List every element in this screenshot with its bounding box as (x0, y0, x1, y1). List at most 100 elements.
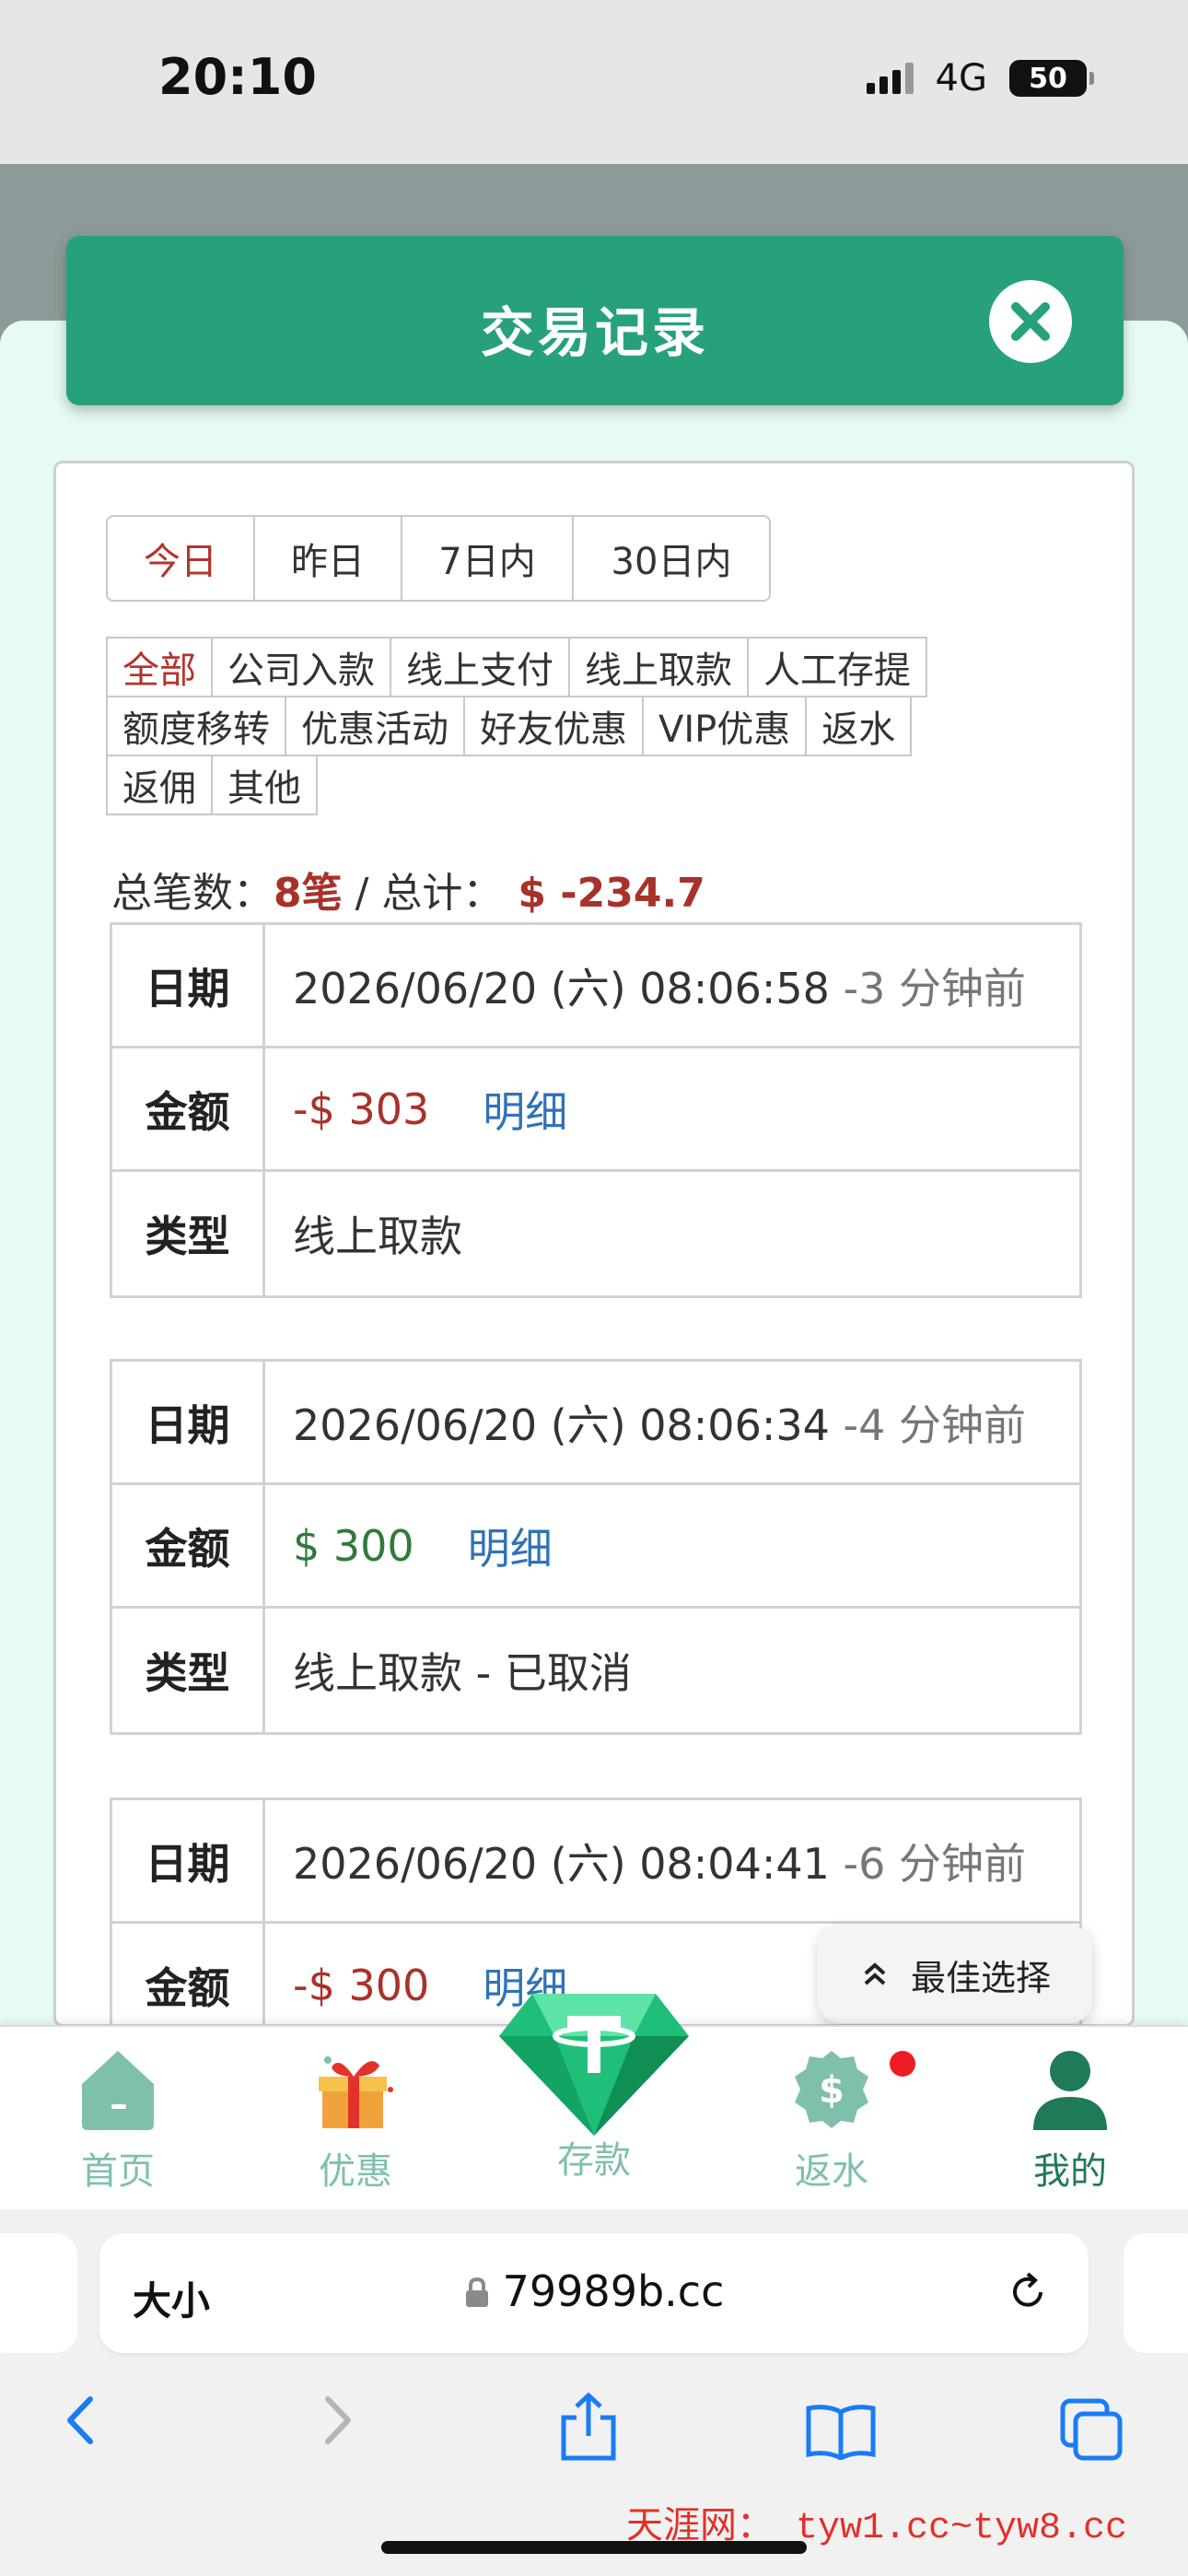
modal-title: 交易记录 (480, 301, 709, 364)
home-icon (82, 2051, 154, 2130)
date-text: 2026/06/20 (六) 08:06:34 (293, 1399, 830, 1450)
nav-home-label: 首页 (81, 2150, 155, 2193)
type-tab-friend-bonus[interactable]: 好友优惠 (463, 696, 644, 756)
notification-dot (890, 2051, 915, 2077)
date-label: 日期 (112, 925, 265, 1046)
status-time: 20:10 (158, 48, 317, 106)
home-indicator[interactable] (381, 2541, 807, 2554)
record-card: 日期 2026/06/20 (六) 08:06:34 -4 分钟前 金额 $ 3… (110, 1359, 1082, 1735)
amount-text: -$ 303 (293, 1083, 430, 1134)
bookmarks-icon[interactable] (805, 2403, 877, 2460)
share-icon[interactable] (556, 2392, 621, 2462)
status-bar: 20:10 4G 50 (0, 0, 1188, 164)
diamond-deposit-icon[interactable] (495, 1988, 693, 2139)
record-card: 日期 2026/06/20 (六) 08:06:58 -3 分钟前 金额 -$ … (110, 922, 1082, 1298)
type-tab-transfer[interactable]: 额度移转 (106, 696, 286, 756)
previous-tab-preview[interactable] (0, 2233, 77, 2353)
count-value: 8笔 (274, 870, 343, 917)
type-value: 线上取款 (293, 1212, 462, 1261)
tabs-icon[interactable] (1059, 2397, 1125, 2464)
cellular-signal-icon (866, 63, 914, 94)
tab-today[interactable]: 今日 (108, 517, 255, 600)
url-text: 79989b.cc (502, 2266, 725, 2316)
summary: 总笔数： 8笔 / 总计： $ -234.7 (111, 860, 705, 919)
amount-text: $ 300 (293, 1520, 414, 1571)
type-tab-promotions[interactable]: 优惠活动 (285, 696, 465, 756)
svg-text:$: $ (819, 2069, 844, 2112)
best-choice-button[interactable]: 最佳选择 (818, 1926, 1092, 2023)
date-filter-tabs: 今日 昨日 7日内 30日内 (106, 515, 771, 602)
count-label: 总笔数： (111, 870, 274, 917)
type-tab-rebate[interactable]: 返水 (805, 696, 913, 756)
nav-mine[interactable]: 我的 (996, 2047, 1144, 2195)
time-ago: -3 分钟前 (843, 963, 1027, 1013)
total-label: 总计： (381, 870, 504, 917)
record-row-date: 日期 2026/06/20 (六) 08:06:34 -4 分钟前 (112, 1362, 1079, 1485)
tab-7-days[interactable]: 7日内 (402, 517, 574, 600)
close-icon (1011, 302, 1050, 341)
nav-mine-label: 我的 (1033, 2150, 1107, 2193)
amount-label: 金额 (112, 1485, 265, 1606)
close-button[interactable] (989, 280, 1072, 363)
battery-level: 50 (1029, 62, 1067, 95)
time-ago: -4 分钟前 (843, 1399, 1027, 1450)
record-row-type: 类型 线上取款 - 已取消 (112, 1609, 1079, 1732)
type-tab-all[interactable]: 全部 (106, 637, 213, 697)
network-type: 4G (935, 57, 987, 100)
detail-link[interactable]: 明细 (468, 1516, 553, 1576)
amount-value: $ 300 明细 (265, 1485, 1079, 1606)
status-indicators: 4G 50 (866, 57, 1094, 100)
type-label: 类型 (112, 1609, 265, 1732)
transaction-card: 今日 昨日 7日内 30日内 全部 公司入款 线上支付 线上取款 人工存提 额度… (53, 461, 1135, 2027)
detail-link[interactable]: 明细 (483, 1079, 567, 1140)
forward-icon[interactable] (315, 2392, 359, 2449)
double-chevron-up-icon (864, 1962, 886, 1985)
time-ago: -6 分钟前 (843, 1838, 1027, 1889)
type-label: 类型 (112, 1172, 265, 1295)
nav-home[interactable]: 首页 (44, 2047, 192, 2195)
record-row-date: 日期 2026/06/20 (六) 08:04:41 -6 分钟前 (112, 1800, 1079, 1924)
date-text: 2026/06/20 (六) 08:06:58 (293, 963, 830, 1013)
amount-value: -$ 303 明细 (265, 1048, 1079, 1169)
nav-rebate[interactable]: $ 返水 (758, 2047, 905, 2195)
record-row-date: 日期 2026/06/20 (六) 08:06:58 -3 分钟前 (112, 925, 1079, 1048)
type-tab-commission[interactable]: 返佣 (106, 755, 213, 815)
type-tab-vip-bonus[interactable]: VIP优惠 (642, 696, 808, 756)
nav-promo[interactable]: 优惠 (282, 2047, 429, 2195)
type-tab-other[interactable]: 其他 (211, 755, 318, 815)
amount-label: 金额 (112, 1048, 265, 1169)
date-label: 日期 (112, 1800, 265, 1921)
date-label: 日期 (112, 1362, 265, 1482)
date-value: 2026/06/20 (六) 08:04:41 -6 分钟前 (265, 1800, 1079, 1921)
date-value: 2026/06/20 (六) 08:06:34 -4 分钟前 (265, 1362, 1079, 1482)
type-tab-online-payment[interactable]: 线上支付 (390, 637, 570, 697)
type-tab-manual[interactable]: 人工存提 (747, 637, 927, 697)
type-filter-tabs: 全部 公司入款 线上支付 线上取款 人工存提 额度移转 优惠活动 好友优惠 VI… (106, 637, 1082, 815)
url-display: 79989b.cc (99, 2266, 1089, 2316)
amount-text: -$ 300 (293, 1961, 430, 2010)
type-tab-online-withdrawal[interactable]: 线上取款 (568, 637, 749, 697)
battery-icon: 50 (1009, 60, 1094, 97)
best-choice-label: 最佳选择 (910, 1957, 1051, 1998)
record-row-type: 类型 线上取款 (112, 1172, 1079, 1295)
date-text: 2026/06/20 (六) 08:04:41 (293, 1838, 830, 1889)
amount-label: 金额 (112, 1924, 265, 2024)
dollar-badge-icon: $ (795, 2051, 868, 2128)
gift-icon (319, 2056, 393, 2128)
lock-icon (465, 2277, 488, 2307)
tab-30-days[interactable]: 30日内 (574, 517, 769, 600)
date-value: 2026/06/20 (六) 08:06:58 -3 分钟前 (265, 925, 1079, 1046)
back-icon[interactable] (59, 2392, 103, 2449)
type-tab-company-deposit[interactable]: 公司入款 (211, 637, 391, 697)
record-row-amount: 金额 $ 300 明细 (112, 1485, 1079, 1609)
nav-promo-label: 优惠 (319, 2150, 392, 2193)
total-value: $ -234.7 (518, 870, 705, 917)
record-row-amount: 金额 -$ 303 明细 (112, 1048, 1079, 1172)
tab-yesterday[interactable]: 昨日 (255, 517, 402, 600)
reload-icon[interactable] (1004, 2268, 1052, 2316)
address-bar[interactable]: 大小 79989b.cc (99, 2233, 1089, 2353)
summary-separator: / (342, 870, 382, 917)
type-value: 线上取款 - 已取消 (293, 1648, 632, 1698)
user-icon (1033, 2051, 1107, 2130)
next-tab-preview[interactable] (1124, 2233, 1188, 2353)
